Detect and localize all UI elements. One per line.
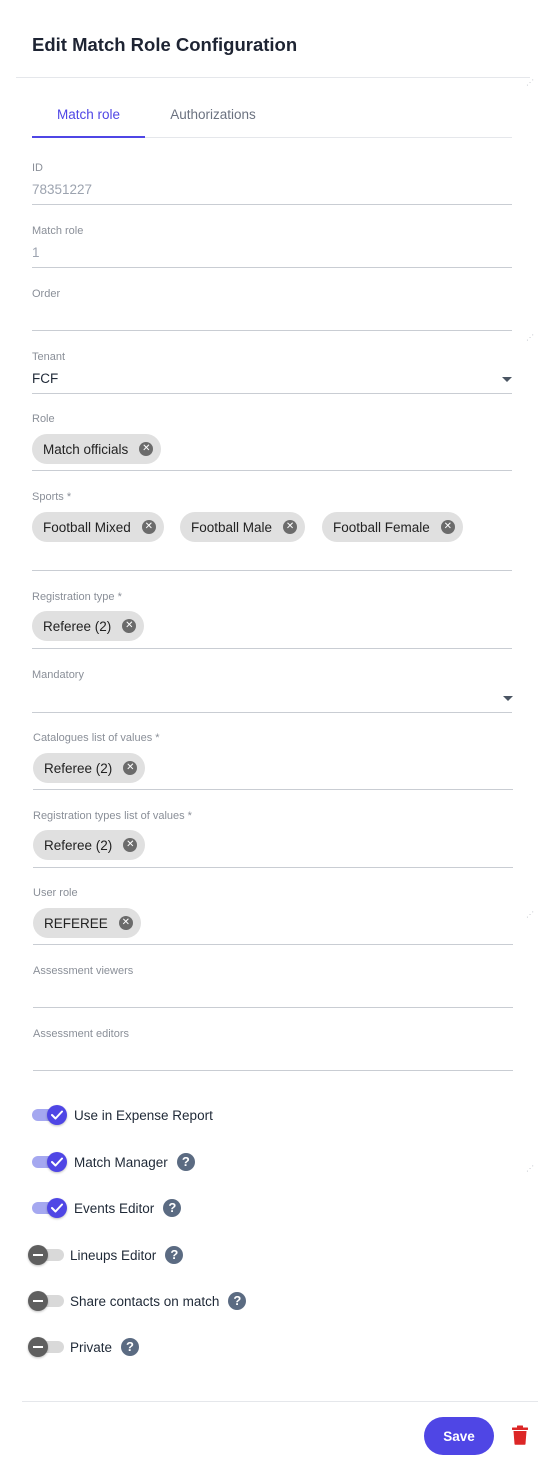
registration-types-list-chip[interactable]: Referee (2) ✕ [33, 830, 146, 860]
user-role-field[interactable]: User role REFEREE ✕ [33, 887, 513, 945]
registration-type-field[interactable]: Registration type * Referee (2) ✕ [32, 591, 512, 649]
resize-handle: ⋰ [526, 910, 534, 919]
catalogues-label: Catalogues list of values * [33, 732, 160, 744]
toggle-events-editor: Events Editor ? [28, 1195, 182, 1221]
close-circle-icon[interactable]: ✕ [122, 619, 137, 633]
toggle-match-manager: Match Manager ? [28, 1149, 195, 1175]
match-role-label: Match role [32, 225, 84, 237]
assessment-viewers-label: Assessment viewers [33, 965, 134, 977]
registration-type-label: Registration type * [32, 591, 122, 603]
resize-handle: ⋰ [526, 333, 534, 342]
help-circle-icon[interactable]: ? [176, 1153, 195, 1171]
toggle-label: Share contacts on match [70, 1293, 220, 1309]
role-field[interactable]: Role Match officials ✕ [32, 413, 512, 471]
chip-label: Referee (2) [43, 618, 112, 634]
events-editor-switch[interactable] [28, 1197, 68, 1219]
close-circle-icon[interactable]: ✕ [123, 838, 138, 852]
assessment-viewers-field[interactable]: Assessment viewers [33, 965, 513, 1008]
caret-down-icon[interactable] [503, 696, 513, 701]
check-icon [47, 1152, 67, 1172]
chip-label: Football Mixed [43, 519, 131, 535]
tenant-value[interactable]: FCF [32, 371, 58, 386]
toggle-lineups-editor: Lineups Editor ? [28, 1242, 184, 1268]
toggle-share-contacts-on-match: Share contacts on match ? [28, 1288, 247, 1314]
toggle-use-in-expense-report: Use in Expense Report [28, 1102, 213, 1128]
order-label: Order [32, 288, 61, 300]
save-button[interactable]: Save [424, 1417, 494, 1455]
close-circle-icon[interactable]: ✕ [139, 442, 154, 456]
caret-down-icon[interactable] [502, 377, 512, 382]
match-role-value: 1 [32, 245, 40, 260]
close-circle-icon[interactable]: ✕ [283, 520, 298, 534]
tenant-label: Tenant [32, 351, 66, 363]
mandatory-select[interactable]: Mandatory [32, 669, 513, 713]
toggle-label: Match Manager [74, 1154, 168, 1170]
check-icon [47, 1198, 67, 1218]
toggle-label: Use in Expense Report [74, 1107, 213, 1123]
tab-bar: Match role Authorizations [32, 96, 512, 138]
chip-label: Referee (2) [44, 837, 113, 853]
resize-handle: ⋰ [526, 1164, 534, 1173]
lineups-editor-switch[interactable] [28, 1244, 68, 1266]
role-label: Role [32, 413, 55, 425]
id-label: ID [32, 162, 43, 174]
registration-type-chip[interactable]: Referee (2) ✕ [32, 611, 145, 641]
chip-label: Match officials [43, 441, 129, 457]
user-role-label: User role [33, 887, 78, 899]
sports-label: Sports * [32, 491, 72, 503]
close-circle-icon[interactable]: ✕ [118, 916, 133, 930]
sports-field[interactable]: Sports * Football Mixed ✕ Football Male … [32, 491, 512, 571]
toggle-label: Lineups Editor [70, 1247, 157, 1263]
page-title: Edit Match Role Configuration [32, 34, 298, 55]
help-circle-icon[interactable]: ? [163, 1199, 182, 1217]
catalogues-field[interactable]: Catalogues list of values * Referee (2) … [33, 732, 513, 790]
tab-match-role[interactable]: Match role [32, 96, 145, 138]
chip-label: Football Female [333, 519, 430, 535]
assessment-editors-field[interactable]: Assessment editors [33, 1028, 513, 1071]
registration-types-list-label: Registration types list of values * [33, 810, 192, 822]
assessment-editors-label: Assessment editors [33, 1028, 129, 1040]
close-circle-icon[interactable]: ✕ [440, 520, 455, 534]
id-field: ID 78351227 [32, 162, 512, 205]
trash-icon[interactable] [511, 1425, 529, 1445]
check-icon [47, 1105, 67, 1125]
registration-types-list-field[interactable]: Registration types list of values * Refe… [33, 810, 513, 868]
help-circle-icon[interactable]: ? [228, 1292, 247, 1310]
close-circle-icon[interactable]: ✕ [141, 520, 156, 534]
minus-icon [28, 1291, 48, 1311]
header-divider [16, 77, 530, 78]
share-contacts-switch[interactable] [28, 1290, 68, 1312]
help-circle-icon[interactable]: ? [165, 1246, 184, 1264]
role-chip[interactable]: Match officials ✕ [32, 434, 162, 464]
toggle-private: Private ? [28, 1334, 140, 1360]
id-value: 78351227 [32, 182, 93, 197]
minus-icon [28, 1245, 48, 1265]
user-role-chip[interactable]: REFEREE ✕ [33, 908, 141, 938]
mandatory-label: Mandatory [32, 669, 84, 681]
private-switch[interactable] [28, 1336, 68, 1358]
match-manager-switch[interactable] [28, 1151, 68, 1173]
order-field[interactable]: Order [32, 288, 512, 331]
match-role-field: Match role 1 [32, 225, 512, 268]
resize-handle: ⋰ [526, 78, 534, 87]
sports-chip[interactable]: Football Mixed ✕ [32, 512, 164, 542]
minus-icon [28, 1337, 48, 1357]
tenant-select[interactable]: Tenant FCF [32, 351, 512, 394]
sports-chip[interactable]: Football Female ✕ [322, 512, 463, 542]
chip-label: Football Male [191, 519, 273, 535]
footer-divider [22, 1401, 538, 1402]
close-circle-icon[interactable]: ✕ [123, 761, 138, 775]
toggle-label: Events Editor [74, 1200, 155, 1216]
use-in-expense-report-switch[interactable] [28, 1104, 68, 1126]
catalogues-chip[interactable]: Referee (2) ✕ [33, 753, 146, 783]
sports-chip[interactable]: Football Male ✕ [180, 512, 306, 542]
toggle-label: Private [70, 1339, 113, 1355]
chip-label: REFEREE [44, 915, 108, 931]
help-circle-icon[interactable]: ? [121, 1338, 140, 1356]
chip-label: Referee (2) [44, 760, 113, 776]
tab-authorizations[interactable]: Authorizations [159, 96, 267, 138]
